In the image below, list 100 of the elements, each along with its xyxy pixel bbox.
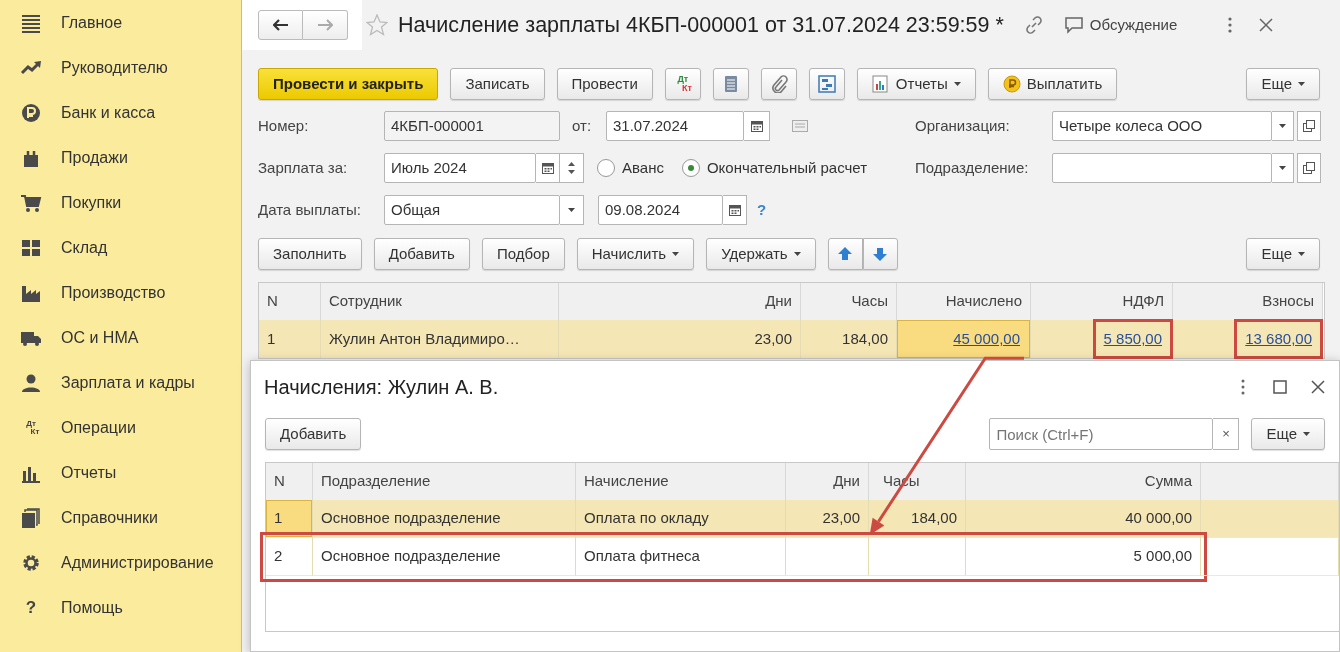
close-icon[interactable]: [1259, 18, 1274, 32]
more-icon[interactable]: [1240, 379, 1246, 395]
caret-icon: [1279, 124, 1286, 128]
toolbar-button[interactable]: [808, 68, 845, 100]
amount-link[interactable]: 45 000,00: [945, 321, 1028, 357]
dropdown-button[interactable]: Удержать: [706, 238, 816, 270]
caret-icon: [568, 208, 575, 212]
table-cell: 2: [266, 538, 313, 576]
star-icon[interactable]: [366, 14, 388, 36]
toolbar-button[interactable]: Записать: [450, 68, 545, 100]
dropdown-toggle[interactable]: [1272, 111, 1294, 141]
move-down-button[interactable]: [862, 238, 898, 270]
caret-icon: [1303, 432, 1310, 436]
sidebar-item[interactable]: Покупки: [0, 180, 241, 225]
dropdown-button[interactable]: Еще: [1246, 238, 1320, 270]
column-header: Сумма: [966, 463, 1201, 500]
number-field[interactable]: 4КБП-000001: [384, 111, 560, 141]
radio-button[interactable]: [681, 159, 700, 177]
list-icon: [792, 120, 808, 132]
sidebar-item[interactable]: Администрирование: [0, 540, 241, 585]
sidebar-item[interactable]: Склад: [0, 225, 241, 270]
toolbar-button[interactable]: Добавить: [265, 418, 362, 450]
radio-button[interactable]: [597, 159, 615, 177]
clear-search-button[interactable]: ×: [1213, 418, 1240, 450]
dropdown-button[interactable]: Начислить: [576, 238, 695, 270]
sidebar-item[interactable]: Справочники: [0, 495, 241, 540]
back-button[interactable]: [258, 10, 303, 40]
column-header: Начислено: [897, 283, 1031, 320]
sidebar-item[interactable]: Зарплата и кадры: [0, 360, 241, 405]
move-up-button[interactable]: [827, 238, 863, 270]
search-field[interactable]: Поиск (Ctrl+F): [989, 418, 1214, 450]
focused-cell[interactable]: 45 000,00: [897, 320, 1031, 358]
dropdown-button[interactable]: Еще: [1251, 418, 1325, 450]
period-field[interactable]: Июль 2024: [384, 153, 536, 183]
toolbar-button[interactable]: [712, 68, 749, 100]
discussion-button[interactable]: Обсуждение: [1063, 13, 1178, 37]
date-field[interactable]: 31.07.2024: [606, 111, 744, 141]
calendar-icon: [541, 162, 554, 174]
sidebar-item[interactable]: ОС и НМА: [0, 315, 241, 360]
sidebar-item[interactable]: Производство: [0, 270, 241, 315]
ruble-coin-icon: [1002, 75, 1021, 93]
column-header: Подразделение: [313, 463, 576, 500]
caret-icon: [793, 252, 801, 256]
caret-icon: [953, 82, 961, 86]
sidebar-item[interactable]: Дт Кт Операции: [0, 405, 241, 450]
open-button[interactable]: [1297, 111, 1321, 141]
help-link[interactable]: ?: [757, 198, 767, 222]
table-cell: Оплата фитнеса: [576, 538, 786, 576]
spin-arrows-icon: [568, 162, 575, 174]
sidebar-item[interactable]: Продажи: [0, 135, 241, 180]
toolbar-button[interactable]: Подбор: [481, 238, 565, 270]
spin-button[interactable]: [560, 153, 584, 183]
toolbar-button[interactable]: [760, 68, 797, 100]
post-and-close-button[interactable]: Провести и закрыть: [258, 68, 439, 100]
sidebar-item[interactable]: Руководителю: [0, 45, 241, 90]
column-header: Начисление: [576, 463, 786, 500]
sidebar-item[interactable]: Банк и касса: [0, 90, 241, 135]
table-cell: 1: [259, 320, 321, 358]
field-label: Дата выплаты:: [258, 199, 362, 220]
column-header: Дни: [786, 463, 869, 500]
payment-date-field[interactable]: 09.08.2024: [598, 195, 723, 225]
toolbar-button[interactable]: Дт Кт: [664, 68, 701, 100]
debit-credit-icon: Дт Кт: [673, 75, 692, 93]
division-field[interactable]: [1052, 153, 1272, 183]
toolbar-button[interactable]: Добавить: [373, 238, 470, 270]
dropdown-toggle[interactable]: [1272, 153, 1294, 183]
dropdown-button[interactable]: Отчеты: [856, 68, 976, 100]
toolbar-button[interactable]: Провести: [556, 68, 653, 100]
calendar-button[interactable]: [723, 195, 747, 225]
payment-type-field[interactable]: Общая: [384, 195, 560, 225]
more-icon[interactable]: [1227, 16, 1234, 34]
organization-field[interactable]: Четыре колеса ООО: [1052, 111, 1272, 141]
maximize-icon[interactable]: [1273, 380, 1287, 394]
sidebar-icon: Дт Кт: [20, 419, 42, 436]
toolbar-button[interactable]: Выплатить: [987, 68, 1118, 100]
open-button[interactable]: [1297, 153, 1321, 183]
forward-arrow-icon: [317, 19, 333, 31]
column-header: Часы: [801, 283, 897, 320]
close-icon[interactable]: [1311, 380, 1325, 394]
dropdown-toggle[interactable]: [560, 195, 584, 225]
field-label: Организация:: [915, 115, 1011, 136]
column-header: Взносы: [1173, 283, 1323, 320]
radio-option[interactable]: Окончательный расчет: [681, 156, 868, 180]
field-label: Зарплата за:: [258, 157, 349, 178]
sidebar-item[interactable]: Главное: [0, 0, 241, 45]
calendar-button[interactable]: [744, 111, 770, 141]
sidebar-item[interactable]: ? Помощь: [0, 585, 241, 630]
document-title: Начисление зарплаты 4КБП-000001 от 31.07.2024 23:59:59 *: [398, 11, 1004, 39]
calendar-button[interactable]: [536, 153, 560, 183]
calendar-icon: [728, 204, 741, 216]
field-label: Подразделение:: [915, 157, 1030, 178]
link-icon[interactable]: [1023, 15, 1044, 35]
dropdown-button[interactable]: Еще: [1246, 68, 1320, 100]
sidebar-item[interactable]: Отчеты: [0, 450, 241, 495]
table-cell: 23,00: [559, 320, 801, 358]
toolbar-button[interactable]: Заполнить: [258, 238, 362, 270]
chat-icon: [1063, 16, 1084, 34]
caret-icon: [672, 252, 680, 256]
radio-option[interactable]: Аванс: [597, 156, 664, 180]
open-icon: [1303, 120, 1315, 132]
